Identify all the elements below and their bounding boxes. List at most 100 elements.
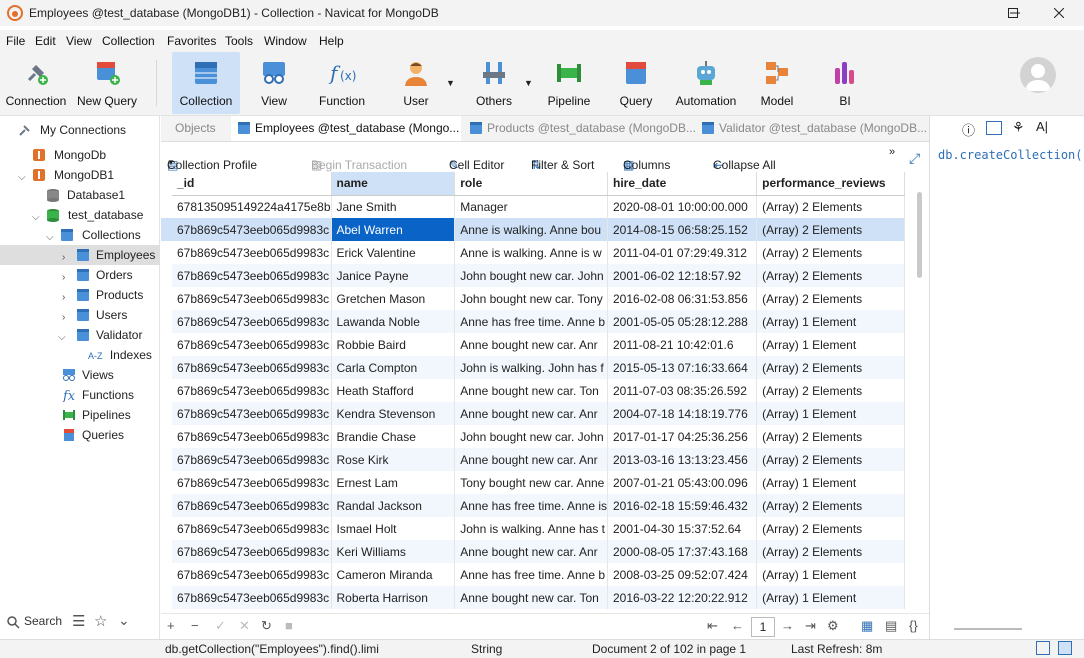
column-header--id[interactable]: _id bbox=[172, 172, 332, 196]
remove-icon[interactable]: − bbox=[191, 618, 199, 633]
info-icon[interactable]: ⓘ bbox=[962, 120, 975, 139]
table-cell-performance-reviews[interactable]: (Array) 2 Elements bbox=[756, 287, 905, 310]
sidebar-item-pipelines[interactable]: Pipelines bbox=[62, 405, 131, 425]
table-cell-performance-reviews[interactable]: (Array) 2 Elements bbox=[756, 494, 905, 517]
overflow-icon[interactable]: » bbox=[889, 146, 895, 158]
table-cell--id[interactable]: 67b869c5473eeb065d9983c bbox=[172, 287, 332, 310]
table-cell-hire-date[interactable]: 2020-08-01 10:00:00.000 bbox=[607, 195, 758, 218]
maximize-icon[interactable] bbox=[990, 0, 1036, 26]
table-cell-hire-date[interactable]: 2000-08-05 17:37:43.168 bbox=[607, 540, 758, 563]
table-cell-role[interactable]: John bought new car. John bbox=[454, 264, 608, 287]
table-cell-performance-reviews[interactable]: (Array) 2 Elements bbox=[756, 218, 905, 241]
table-cell-role[interactable]: Anne bought new car. Ton bbox=[454, 586, 608, 609]
grid-view-icon[interactable]: ▦ bbox=[861, 618, 873, 634]
tab-products[interactable]: Products @test_database (MongoDB... bbox=[463, 116, 695, 141]
table-row[interactable]: 67b869c5473eeb065d9983c Carla Compton John… bbox=[172, 356, 905, 379]
table-row[interactable]: 67b869c5473eeb065d9983c Heath Stafford Ann… bbox=[172, 379, 905, 402]
table-cell-name[interactable]: Heath Stafford bbox=[331, 379, 456, 402]
table-row[interactable]: 67b869c5473eeb065d9983c Roberta Harrison A… bbox=[172, 586, 905, 609]
sidebar-item-database1[interactable]: Database1 bbox=[46, 185, 125, 205]
table-cell-name[interactable]: Lawanda Noble bbox=[331, 310, 456, 333]
table-cell-hire-date[interactable]: 2014-08-15 06:58:25.152 bbox=[607, 218, 758, 241]
table-cell-performance-reviews[interactable]: (Array) 2 Elements bbox=[756, 356, 905, 379]
table-cell-performance-reviews[interactable]: (Array) 1 Element bbox=[756, 402, 905, 425]
table-cell-name[interactable]: Roberta Harrison bbox=[331, 586, 456, 609]
table-cell-name[interactable]: Jane Smith bbox=[331, 195, 456, 218]
column-header-hire-date[interactable]: hire_date bbox=[607, 172, 758, 196]
table-cell--id[interactable]: 67b869c5473eeb065d9983c bbox=[172, 494, 332, 517]
sidebar-search[interactable]: Search ☰ ☆ ⌄ bbox=[6, 612, 156, 632]
table-row[interactable]: 67b869c5473eeb065d9983c Ernest Lam Tony bo… bbox=[172, 471, 905, 494]
table-cell--id[interactable]: 67b869c5473eeb065d9983c bbox=[172, 356, 332, 379]
next-page-icon[interactable]: → bbox=[781, 618, 794, 633]
table-cell-hire-date[interactable]: 2016-03-22 12:20:22.912 bbox=[607, 586, 758, 609]
avatar[interactable] bbox=[1020, 57, 1056, 93]
table-row[interactable]: 67b869c5473eeb065d9983c Ismael Holt John i… bbox=[172, 517, 905, 540]
table-cell--id[interactable]: 67b869c5473eeb065d9983c bbox=[172, 310, 332, 333]
form-view-icon[interactable]: ▤ bbox=[885, 618, 897, 634]
sidebar-item-mongodb1[interactable]: ⌵ MongoDB1 bbox=[18, 165, 114, 185]
table-cell--id[interactable]: 67b869c5473eeb065d9983c bbox=[172, 241, 332, 264]
discard-icon[interactable]: ✕ bbox=[239, 618, 250, 634]
table-cell--id[interactable]: 67b869c5473eeb065d9983c bbox=[172, 471, 332, 494]
table-cell-performance-reviews[interactable]: (Array) 2 Elements bbox=[756, 264, 905, 287]
menu-window[interactable]: Window bbox=[264, 34, 307, 48]
table-row[interactable]: 67b869c5473eeb065d9983c Brandie Chase John… bbox=[172, 425, 905, 448]
table-cell-performance-reviews[interactable]: (Array) 1 Element bbox=[756, 586, 905, 609]
table-cell-hire-date[interactable]: 2016-02-18 15:59:46.432 bbox=[607, 494, 758, 517]
ddl-icon[interactable] bbox=[986, 121, 1002, 135]
table-cell--id[interactable]: 67b869c5473eeb065d9983c bbox=[172, 218, 332, 241]
table-cell-hire-date[interactable]: 2011-04-01 07:29:49.312 bbox=[607, 241, 758, 264]
table-cell-hire-date[interactable]: 2004-07-18 14:18:19.776 bbox=[607, 402, 758, 425]
table-cell--id[interactable]: 67b869c5473eeb065d9983c bbox=[172, 563, 332, 586]
column-header-role[interactable]: role bbox=[454, 172, 608, 196]
table-cell-hire-date[interactable]: 2011-07-03 08:35:26.592 bbox=[607, 379, 758, 402]
table-cell-hire-date[interactable]: 2001-06-02 12:18:57.92 bbox=[607, 264, 758, 287]
table-cell-role[interactable]: Anne has free time. Anne b bbox=[454, 563, 608, 586]
table-cell-performance-reviews[interactable]: (Array) 2 Elements bbox=[756, 517, 905, 540]
sidebar-item-collections[interactable]: ⌵ Collections bbox=[46, 225, 141, 245]
refresh-icon[interactable]: ↻ bbox=[261, 618, 272, 634]
sidebar-item-users[interactable]: › Users bbox=[62, 305, 127, 325]
table-cell-name[interactable]: Abel Warren bbox=[331, 218, 456, 241]
table-cell-performance-reviews[interactable]: (Array) 2 Elements bbox=[756, 425, 905, 448]
last-page-icon[interactable]: ⇥ bbox=[805, 618, 816, 634]
table-cell-name[interactable]: Cameron Miranda bbox=[331, 563, 456, 586]
sidebar-item-indexes[interactable]: A-Z Indexes bbox=[88, 345, 152, 365]
query-button[interactable]: Query bbox=[608, 52, 664, 114]
table-row[interactable]: 67b869c5473eeb065d9983c Cameron Miranda An… bbox=[172, 563, 905, 586]
menu-favorites[interactable]: Favorites bbox=[167, 34, 216, 48]
vertical-scrollbar[interactable] bbox=[917, 192, 922, 278]
sidebar-item-functions[interactable]: fx Functions bbox=[62, 385, 134, 405]
sidebar-item-products[interactable]: › Products bbox=[62, 285, 143, 305]
bi-button[interactable]: BI bbox=[816, 52, 874, 114]
panel-toggle-right-icon[interactable] bbox=[1058, 641, 1072, 655]
search-input[interactable]: Search bbox=[24, 614, 62, 628]
table-cell--id[interactable]: 67b869c5473eeb065d9983c bbox=[172, 540, 332, 563]
tab-validator[interactable]: Validator @test_database (MongoDB... bbox=[695, 116, 927, 141]
table-cell--id[interactable]: 67b869c5473eeb065d9983c bbox=[172, 517, 332, 540]
apply-icon[interactable]: ✓ bbox=[215, 618, 226, 634]
stop-icon[interactable]: ■ bbox=[285, 618, 293, 633]
filter-icon[interactable]: ☰ bbox=[72, 612, 85, 630]
row-selection-marker[interactable] bbox=[161, 218, 172, 241]
pipeline-button[interactable]: Pipeline bbox=[540, 52, 598, 114]
function-button[interactable]: f (x) Function bbox=[312, 52, 372, 114]
table-cell-role[interactable]: Anne has free time. Anne is bbox=[454, 494, 608, 517]
table-cell-hire-date[interactable]: 2015-05-13 07:16:33.664 bbox=[607, 356, 758, 379]
table-cell-role[interactable]: Anne bought new car. Anr bbox=[454, 333, 608, 356]
table-cell-name[interactable]: Ismael Holt bbox=[331, 517, 456, 540]
table-cell-hire-date[interactable]: 2013-03-16 13:13:23.456 bbox=[607, 448, 758, 471]
user-button[interactable]: User bbox=[386, 52, 446, 114]
tab-objects[interactable]: Objects bbox=[175, 116, 235, 141]
table-row[interactable]: 67b869c5473eeb065d9983c Lawanda Noble Anne… bbox=[172, 310, 905, 333]
table-cell-role[interactable]: Tony bought new car. Anne bbox=[454, 471, 608, 494]
table-cell-performance-reviews[interactable]: (Array) 2 Elements bbox=[756, 540, 905, 563]
table-cell-role[interactable]: Anne bought new car. Ton bbox=[454, 379, 608, 402]
view-button[interactable]: View bbox=[244, 52, 304, 114]
table-cell--id[interactable]: 67b869c5473eeb065d9983c bbox=[172, 264, 332, 287]
table-cell--id[interactable]: 67b869c5473eeb065d9983c bbox=[172, 448, 332, 471]
horizontal-scrollbar[interactable] bbox=[954, 628, 1022, 630]
chevron-down-icon[interactable]: ⌵ bbox=[32, 208, 40, 228]
sidebar-item-test-database[interactable]: ⌵ test_database bbox=[32, 205, 143, 225]
